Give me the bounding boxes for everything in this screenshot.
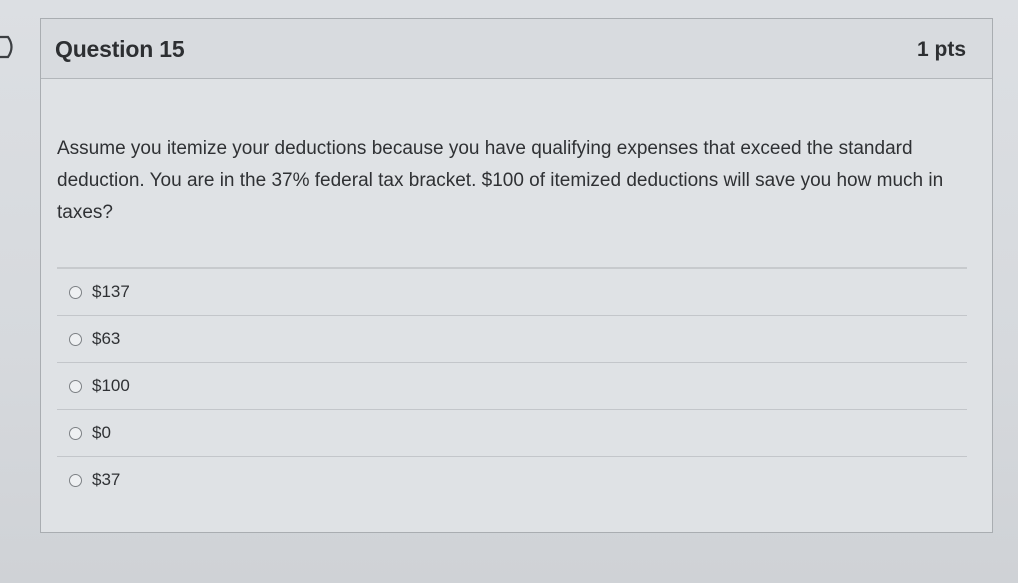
radio-button-icon[interactable] — [69, 285, 82, 299]
question-header: Question 15 1 pts — [41, 19, 992, 79]
radio-button-icon[interactable] — [69, 426, 82, 440]
answer-option[interactable]: $100 — [57, 362, 967, 409]
question-points: 1 pts — [916, 38, 966, 61]
answer-label: $100 — [92, 376, 130, 395]
answer-option[interactable]: $0 — [57, 409, 967, 456]
answer-label: $137 — [92, 282, 130, 301]
question-title: Question 15 — [55, 36, 185, 62]
radio-button-icon[interactable] — [69, 473, 82, 487]
radio-button-icon[interactable] — [69, 379, 82, 393]
radio-button-icon[interactable] — [69, 332, 82, 346]
question-card: Question 15 1 pts Assume you itemize you… — [40, 18, 993, 533]
answer-label: $63 — [92, 329, 121, 348]
answer-option[interactable]: $37 — [57, 456, 967, 503]
answer-list: $137 $63 $100 $0 $37 — [57, 267, 967, 503]
question-text: Assume you itemize your deductions becau… — [57, 138, 944, 223]
answer-label: $37 — [92, 470, 121, 489]
answer-label: $0 — [92, 423, 111, 442]
answer-option[interactable]: $137 — [57, 267, 967, 315]
answer-option[interactable]: $63 — [57, 315, 967, 362]
previous-question-arrow-icon[interactable] — [0, 34, 18, 60]
